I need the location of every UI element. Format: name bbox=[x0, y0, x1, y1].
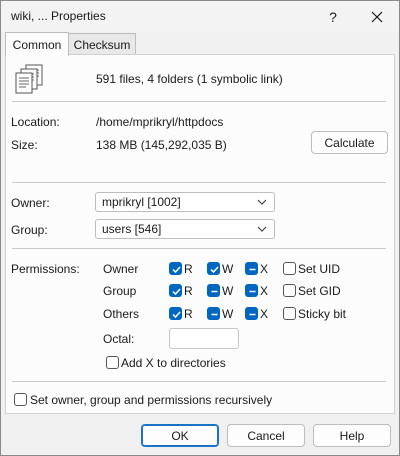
size-label: Size: bbox=[11, 138, 38, 152]
set-uid-checkbox[interactable] bbox=[283, 262, 296, 275]
perm-row-group-label: Group bbox=[103, 284, 137, 298]
divider bbox=[12, 182, 386, 183]
owner-value: mprikryl [1002] bbox=[102, 195, 181, 209]
octal-input[interactable] bbox=[169, 328, 239, 349]
indeterminate-icon bbox=[249, 313, 256, 316]
others-read-checkbox[interactable] bbox=[169, 307, 182, 320]
close-button[interactable] bbox=[359, 1, 395, 32]
location-value: /home/mprikryl/httpdocs bbox=[96, 115, 224, 129]
group-value: users [546] bbox=[102, 222, 162, 236]
indeterminate-icon bbox=[211, 290, 218, 293]
add-x-to-directories-checkbox[interactable] bbox=[106, 356, 119, 369]
sticky-bit-checkbox[interactable] bbox=[283, 307, 296, 320]
group-execute-checkbox[interactable] bbox=[245, 284, 258, 297]
owner-label: Owner: bbox=[11, 196, 50, 210]
chevron-down-icon bbox=[257, 199, 267, 205]
owner-read-checkbox[interactable] bbox=[169, 262, 182, 275]
others-write-checkbox[interactable] bbox=[207, 307, 220, 320]
divider bbox=[12, 101, 386, 102]
ok-button[interactable]: OK bbox=[141, 424, 219, 447]
indeterminate-icon bbox=[211, 313, 218, 316]
group-combobox[interactable]: users [546] bbox=[95, 219, 275, 239]
chevron-down-icon bbox=[257, 226, 267, 232]
indeterminate-icon bbox=[249, 290, 256, 293]
tab-checksum-label: Checksum bbox=[73, 37, 131, 52]
owner-combobox[interactable]: mprikryl [1002] bbox=[95, 192, 275, 212]
size-value: 138 MB (145,292,035 B) bbox=[96, 138, 227, 152]
octal-label: Octal: bbox=[103, 332, 135, 346]
tab-common[interactable]: Common bbox=[5, 32, 69, 56]
cancel-button[interactable]: Cancel bbox=[227, 424, 305, 447]
others-write-label: W bbox=[222, 307, 234, 321]
sticky-bit-label: Sticky bit bbox=[298, 307, 347, 321]
tab-checksum[interactable]: Checksum bbox=[68, 33, 136, 55]
help-button[interactable]: Help bbox=[313, 424, 391, 447]
group-write-label: W bbox=[222, 284, 234, 298]
checkmark-icon bbox=[210, 266, 219, 274]
question-icon: ? bbox=[329, 8, 337, 25]
group-read-checkbox[interactable] bbox=[169, 284, 182, 297]
checkmark-icon bbox=[172, 288, 181, 296]
set-gid-label: Set GID bbox=[298, 284, 341, 298]
divider bbox=[12, 248, 386, 249]
owner-execute-label: X bbox=[260, 262, 269, 276]
set-uid-label: Set UID bbox=[298, 262, 341, 276]
location-label: Location: bbox=[11, 115, 60, 129]
owner-write-label: W bbox=[222, 262, 234, 276]
others-execute-checkbox[interactable] bbox=[245, 307, 258, 320]
group-write-checkbox[interactable] bbox=[207, 284, 220, 297]
indeterminate-icon bbox=[249, 268, 256, 271]
tab-common-label: Common bbox=[12, 37, 62, 52]
recursive-checkbox[interactable] bbox=[14, 393, 27, 406]
divider bbox=[12, 381, 386, 382]
checkmark-icon bbox=[172, 311, 181, 319]
owner-write-checkbox[interactable] bbox=[207, 262, 220, 275]
permissions-label: Permissions: bbox=[11, 262, 80, 276]
owner-execute-checkbox[interactable] bbox=[245, 262, 258, 275]
perm-row-others-label: Others bbox=[103, 307, 140, 321]
add-x-to-directories-label: Add X to directories bbox=[121, 356, 226, 370]
checkmark-icon bbox=[172, 266, 181, 274]
close-icon bbox=[371, 11, 383, 22]
common-tab-panel: 591 files, 4 folders (1 symbolic link) L… bbox=[5, 54, 395, 414]
perm-row-owner-label: Owner bbox=[103, 262, 139, 276]
group-read-label: R bbox=[184, 284, 193, 298]
group-label: Group: bbox=[11, 223, 48, 237]
summary-text: 591 files, 4 folders (1 symbolic link) bbox=[96, 72, 283, 86]
help-title-button[interactable]: ? bbox=[315, 1, 351, 32]
others-execute-label: X bbox=[260, 307, 269, 321]
window-title: wiki, ... Properties bbox=[11, 9, 106, 23]
others-read-label: R bbox=[184, 307, 193, 321]
recursive-label: Set owner, group and permissions recursi… bbox=[30, 393, 273, 407]
calculate-button[interactable]: Calculate bbox=[311, 131, 388, 154]
owner-read-label: R bbox=[184, 262, 193, 276]
title-bar: wiki, ... Properties ? bbox=[1, 1, 399, 32]
files-icon bbox=[15, 64, 43, 94]
group-execute-label: X bbox=[260, 284, 269, 298]
properties-dialog: wiki, ... Properties ? Common Checksum 5… bbox=[0, 0, 400, 456]
set-gid-checkbox[interactable] bbox=[283, 284, 296, 297]
